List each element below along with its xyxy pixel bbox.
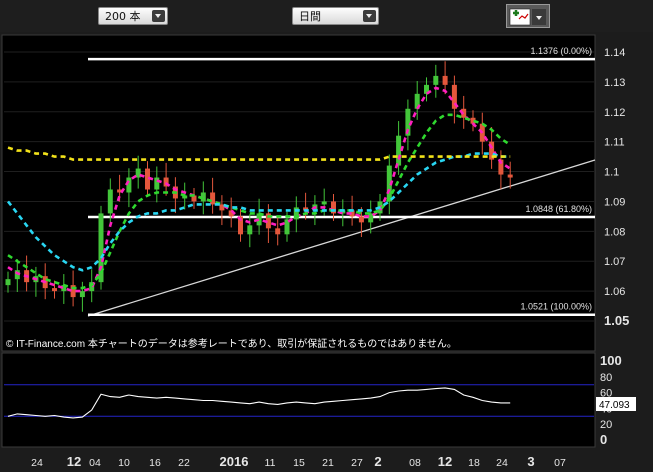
candle-body <box>154 177 160 190</box>
date-tick-label: 3 <box>527 454 534 469</box>
date-tick-label: 12 <box>438 454 452 469</box>
date-tick-label: 04 <box>89 457 101 469</box>
date-tick-label: 27 <box>351 457 363 469</box>
date-tick-label: 2 <box>374 454 381 469</box>
date-tick-label: 22 <box>178 457 190 469</box>
copyright-notice: © IT-Finance.com 本チャートのデータは参考レートであり、取引が保… <box>6 337 457 350</box>
oscillator-tick-label: 80 <box>600 372 612 384</box>
price-tick-label: 1.05 <box>604 313 629 328</box>
price-tick-label: 1.1 <box>604 167 619 179</box>
price-axis: 1.14 1.13 1.12 1.11 1.1 1.09 1.08 1.07 1.06 1.05 <box>604 47 629 328</box>
fib-label: 1.1376 (0.00%) <box>530 46 592 56</box>
candle-body <box>79 291 85 298</box>
candle-body <box>358 216 364 223</box>
date-tick-label: 12 <box>67 454 81 469</box>
fib-label: 1.0521 (100.00%) <box>520 302 592 312</box>
candle-body <box>5 279 11 286</box>
candle-body <box>275 228 281 235</box>
oscillator-panel <box>1 352 596 448</box>
oscillator-tick-label: 0 <box>600 432 607 447</box>
fib-label: 1.0848 (61.80%) <box>525 204 592 214</box>
candle-body <box>442 75 448 85</box>
price-tick-label: 1.11 <box>604 137 625 149</box>
price-tick-label: 1.12 <box>604 107 625 119</box>
candle-body <box>321 201 327 205</box>
date-tick-label: 15 <box>293 457 305 469</box>
price-tick-label: 1.13 <box>604 77 625 89</box>
candle-body <box>210 192 216 205</box>
candle-body <box>107 189 113 214</box>
price-tick-label: 1.08 <box>604 226 625 238</box>
price-panel <box>1 34 596 352</box>
date-axis: 24 12 04 10 16 22 2016 11 15 21 27 2 08 12 18 24 3 07 <box>31 454 566 469</box>
current-value: 47.093 <box>599 400 630 411</box>
candle-body <box>433 75 439 85</box>
date-tick-label: 10 <box>118 457 130 469</box>
price-tick-label: 1.06 <box>604 286 625 298</box>
date-tick-label: 21 <box>322 457 334 469</box>
date-tick-label: 18 <box>468 457 480 469</box>
date-tick-label: 24 <box>31 457 43 469</box>
price-tick-label: 1.09 <box>604 196 625 208</box>
date-tick-label: 11 <box>265 457 276 469</box>
date-tick-label: 16 <box>149 457 161 469</box>
candle-body <box>52 288 57 292</box>
candle-body <box>247 225 253 235</box>
price-tick-label: 1.14 <box>604 47 625 59</box>
price-tick-label: 1.07 <box>604 256 625 268</box>
date-tick-label: 24 <box>496 457 508 469</box>
date-tick-label: 08 <box>409 457 421 469</box>
current-value-badge: 47.093 <box>596 397 636 411</box>
candle-body <box>507 174 513 178</box>
date-tick-label: 07 <box>554 457 566 469</box>
oscillator-tick-label: 20 <box>600 419 612 431</box>
date-tick-label: 2016 <box>220 454 249 469</box>
chart-area: 1.1376 (0.00%) 1.0848 (61.80%) 1.0521 (100… <box>1 34 636 469</box>
oscillator-tick-label: 100 <box>600 353 622 368</box>
